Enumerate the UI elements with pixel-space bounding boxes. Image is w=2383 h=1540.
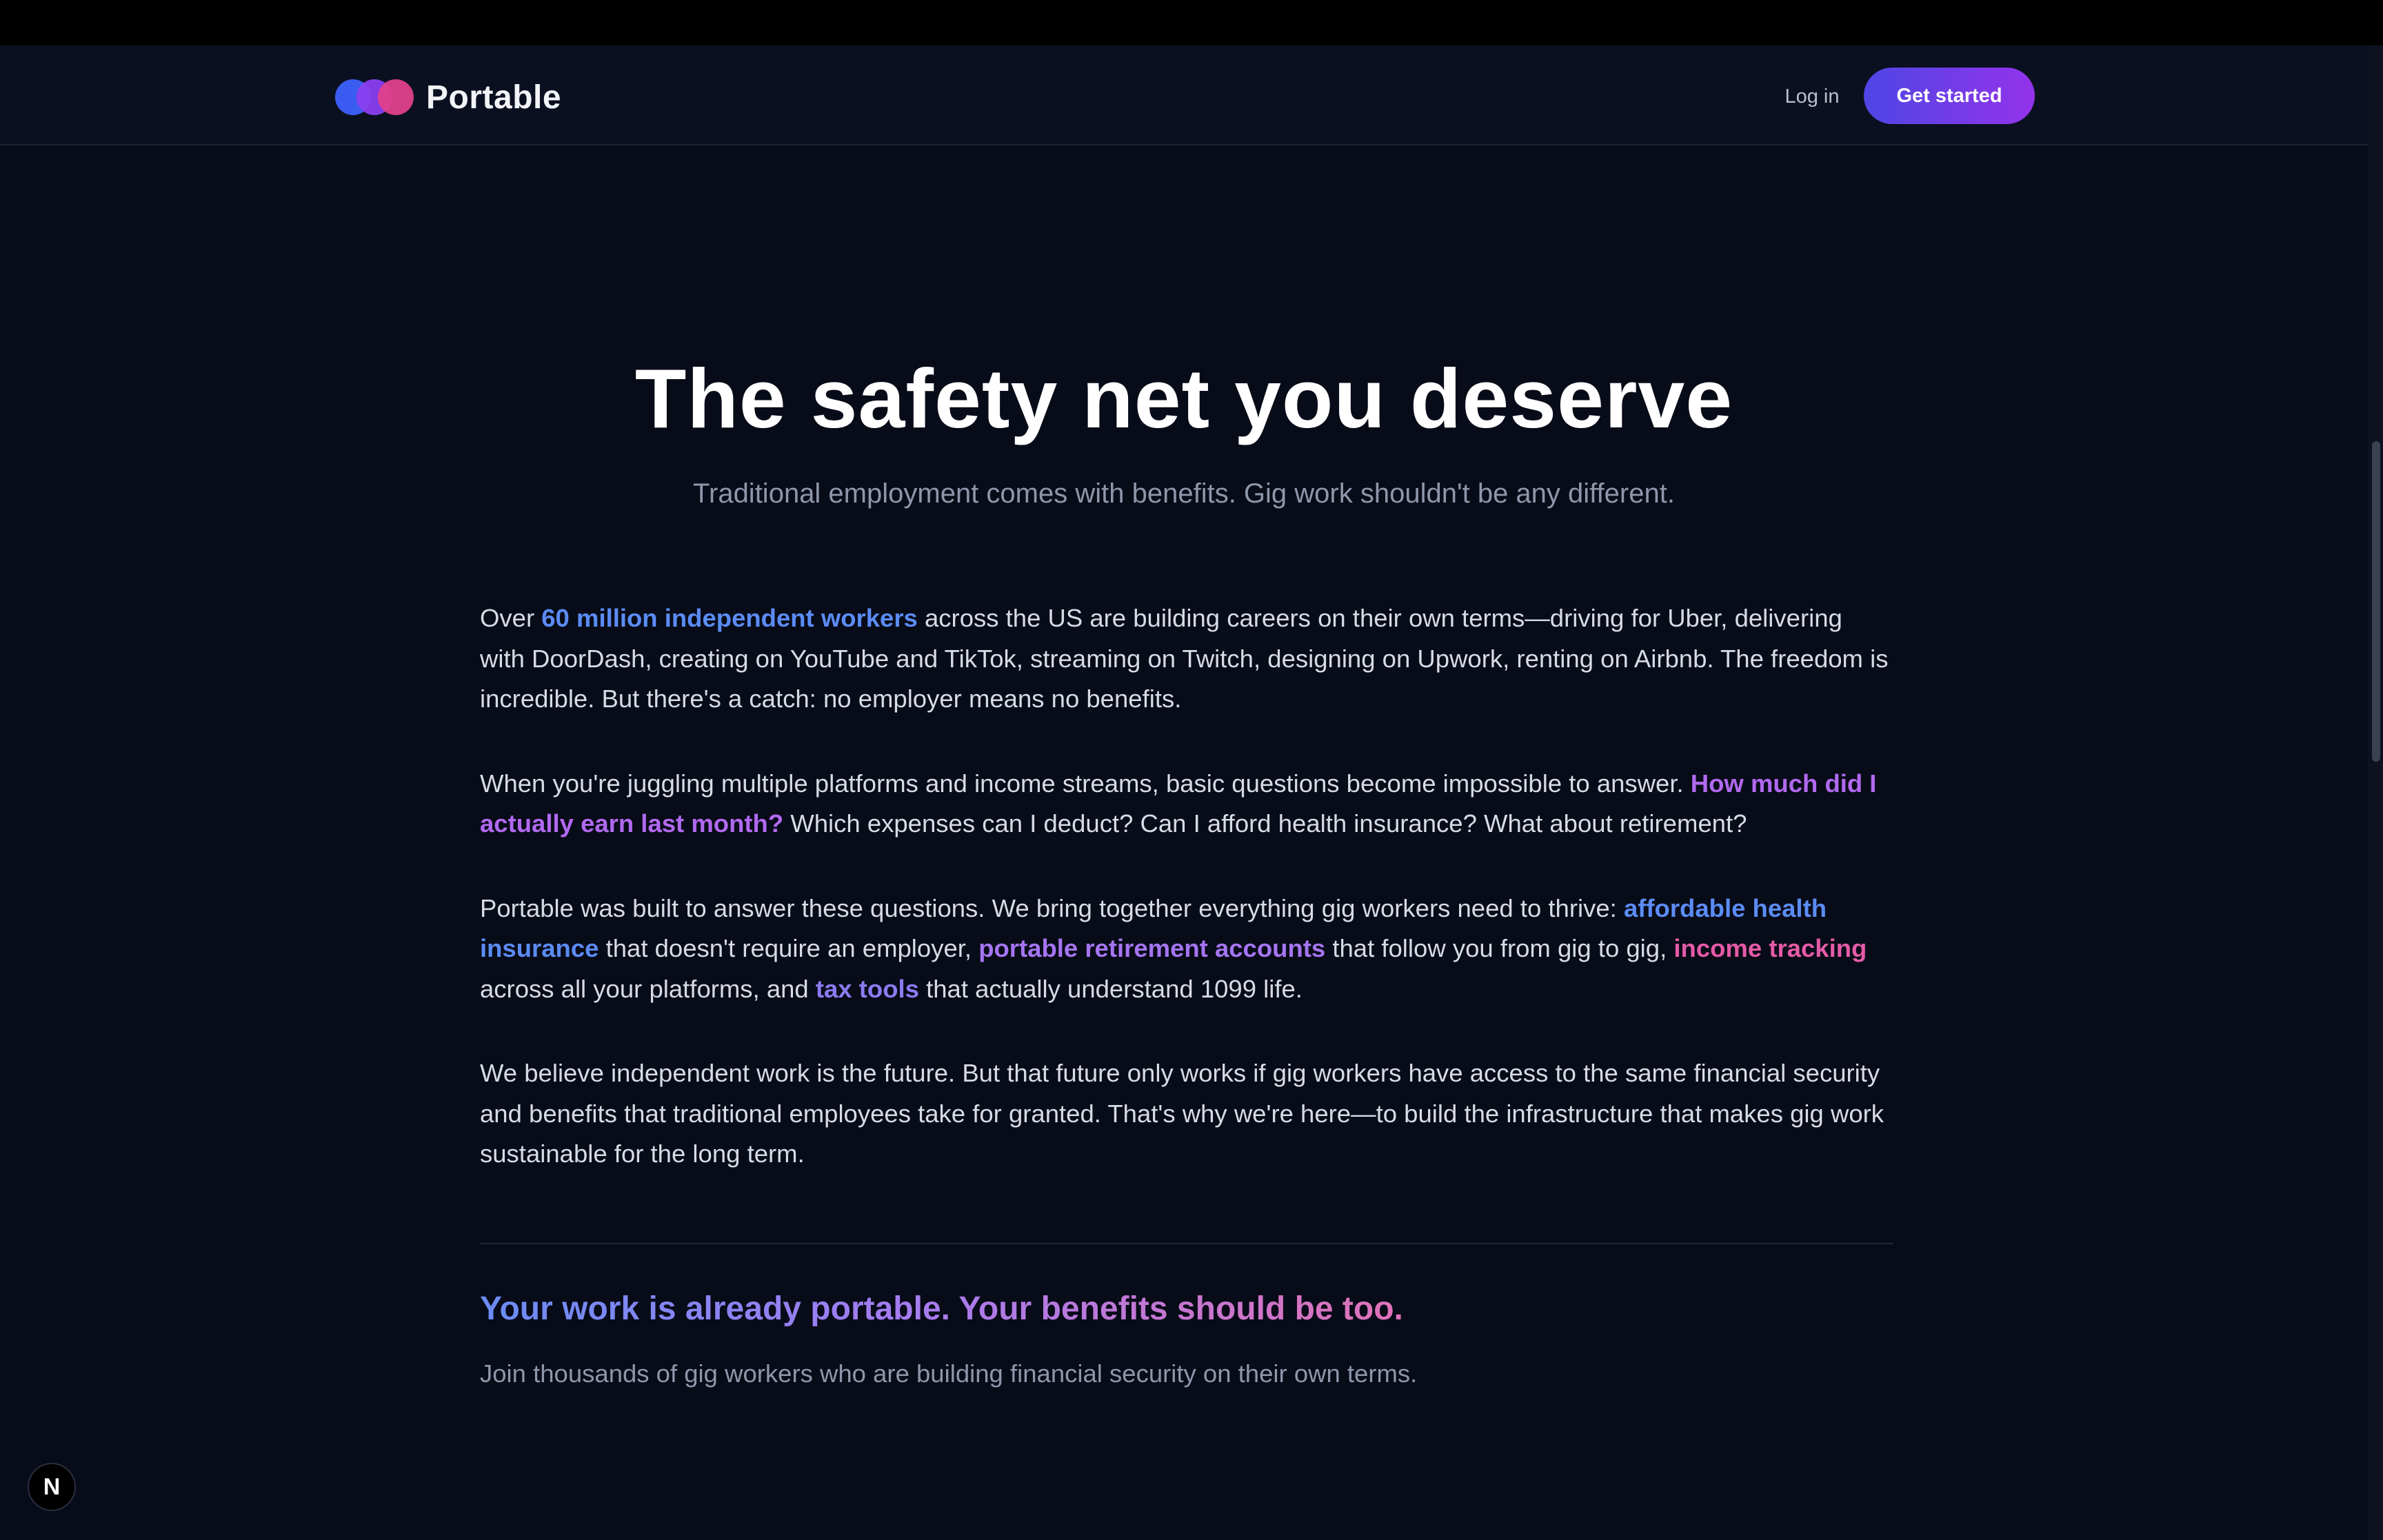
paragraph-intro: Over 60 million independent workers acro…: [480, 604, 1889, 713]
scrollbar-track[interactable]: [2368, 45, 2383, 1540]
about-content: Over 60 million independent workers acro…: [480, 598, 1893, 1219]
browser-top-bar: [0, 0, 2383, 45]
highlight-retirement-accounts: portable retirement accounts: [978, 934, 1326, 962]
section-divider: [480, 1243, 1893, 1244]
brand-name: Portable: [426, 79, 562, 116]
scrollbar-thumb[interactable]: [2372, 441, 2380, 762]
page-title: The safety net you deserve: [634, 352, 1733, 445]
closing-text: Join thousands of gig workers who are bu…: [480, 1359, 1418, 1388]
highlight-tax-tools: tax tools: [815, 974, 919, 1003]
paragraph-mission: We believe independent work is the futur…: [480, 1059, 1884, 1168]
logo-mark-icon: [335, 79, 414, 115]
login-link[interactable]: Log in: [1772, 81, 1852, 112]
nextjs-dev-badge-icon[interactable]: N: [28, 1463, 76, 1511]
get-started-button[interactable]: Get started: [1864, 68, 2035, 124]
highlight-income-tracking: income tracking: [1673, 934, 1867, 962]
highlight-60-million: 60 million independent workers: [541, 604, 918, 632]
closing-tagline: Your work is already portable. Your bene…: [480, 1286, 1403, 1332]
paragraph-features: Portable was built to answer these quest…: [480, 893, 1867, 1003]
brand-logo[interactable]: Portable: [335, 77, 561, 117]
paragraph-questions: When you're juggling multiple platforms …: [480, 769, 1877, 838]
site-navbar: Portable Log in Get started: [0, 45, 2368, 145]
page-subtitle: Traditional employment comes with benefi…: [693, 478, 1675, 509]
